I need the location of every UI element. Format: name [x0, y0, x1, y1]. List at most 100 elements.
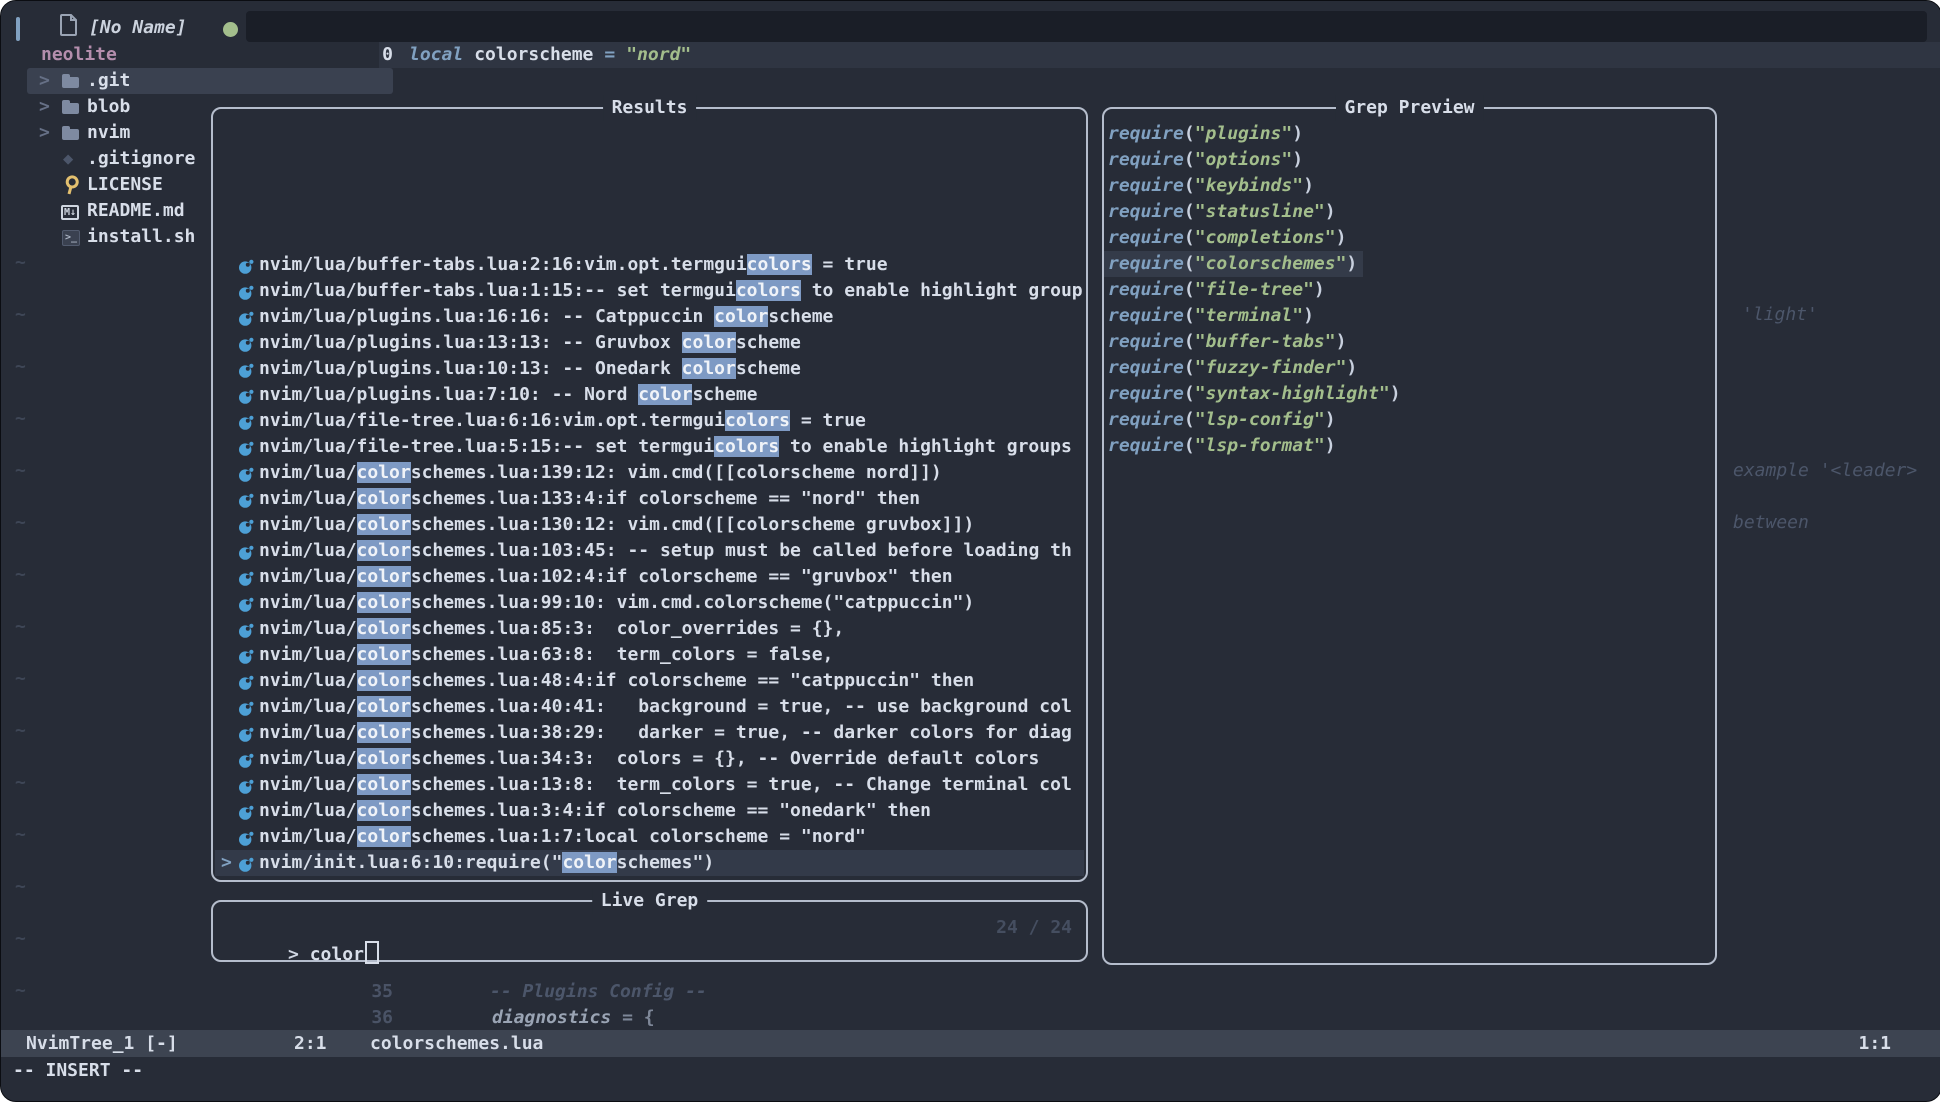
- lua-file-icon: [238, 595, 254, 616]
- result-text-after: scheme: [736, 332, 801, 353]
- result-text-before: nvim/lua/: [259, 748, 357, 769]
- result-text-after: = true: [790, 410, 866, 431]
- keyword-local: local: [409, 44, 463, 65]
- equals-operator: =: [604, 44, 615, 65]
- match-highlight: color: [357, 618, 411, 639]
- result-row[interactable]: nvim/lua/colorschemes.lua:133:4:if color…: [215, 486, 1084, 512]
- result-row[interactable]: nvim/lua/colorschemes.lua:38:29: darker …: [215, 720, 1084, 746]
- preview-code: require("plugins") require("options") re…: [1104, 121, 1713, 459]
- result-text-after: scheme: [768, 306, 833, 327]
- result-text-after: scheme: [736, 358, 801, 379]
- result-row[interactable]: nvim/lua/plugins.lua:16:16: -- Catppucci…: [215, 304, 1084, 330]
- preview-code-line: require("syntax-highlight"): [1104, 381, 1407, 407]
- result-text-before: nvim/lua/file-tree.lua:5:15:-- set termg…: [259, 436, 714, 457]
- result-row[interactable]: nvim/lua/colorschemes.lua:48:4:if colors…: [215, 668, 1084, 694]
- result-row[interactable]: nvim/lua/colorschemes.lua:102:4:if color…: [215, 564, 1084, 590]
- result-text-before: nvim/lua/: [259, 670, 357, 691]
- editor-code-line: localcolorscheme="nord": [409, 42, 691, 68]
- tilde-marker: ~: [15, 718, 26, 770]
- match-highlight: color: [638, 384, 692, 405]
- lua-file-icon: [238, 699, 254, 720]
- match-highlight: color: [357, 748, 411, 769]
- tree-item-label: nvim: [87, 122, 130, 143]
- result-row[interactable]: nvim/lua/colorschemes.lua:3:4:if colorsc…: [215, 798, 1084, 824]
- result-text-after: schemes.lua:3:4:if colorscheme == "oneda…: [411, 800, 931, 821]
- file-icon: [59, 14, 78, 41]
- result-text-after: schemes.lua:38:29: darker = true, -- dar…: [411, 722, 1072, 743]
- result-text-before: nvim/lua/: [259, 462, 357, 483]
- result-text-before: nvim/lua/: [259, 592, 357, 613]
- result-row[interactable]: nvim/lua/file-tree.lua:6:16:vim.opt.term…: [215, 408, 1084, 434]
- selection-caret: >: [221, 850, 232, 876]
- result-row[interactable]: nvim/lua/colorschemes.lua:103:45: -- set…: [215, 538, 1084, 564]
- chevron-right-icon: >: [39, 68, 61, 94]
- result-row[interactable]: nvim/lua/colorschemes.lua:130:12: vim.cm…: [215, 512, 1084, 538]
- preview-code-line: require("plugins"): [1104, 121, 1309, 147]
- preview-code-line: require("file-tree"): [1104, 277, 1331, 303]
- result-row[interactable]: nvim/lua/colorschemes.lua:34:3: colors =…: [215, 746, 1084, 772]
- result-text-after: schemes.lua:48:4:if colorscheme == "catp…: [411, 670, 975, 691]
- tab-buffer-name[interactable]: [No Name]: [89, 15, 187, 41]
- statusline: NvimTree_1 [-] 2:1 colorschemes.lua 1:1: [1, 1030, 1940, 1057]
- tree-root-folder[interactable]: neolite: [1, 42, 393, 68]
- lua-file-icon: [238, 621, 254, 642]
- tilde-marker: ~: [15, 614, 26, 666]
- lua-file-icon: [238, 855, 254, 876]
- result-row[interactable]: nvim/lua/file-tree.lua:5:15:-- set termg…: [215, 434, 1084, 460]
- statusline-ruler: 1:1: [1858, 1030, 1891, 1057]
- result-row[interactable]: nvim/lua/buffer-tabs.lua:2:16:vim.opt.te…: [215, 252, 1084, 278]
- lua-file-icon: [238, 413, 254, 434]
- require-module-string: "fuzzy-finder": [1195, 357, 1347, 378]
- match-highlight: color: [357, 826, 411, 847]
- result-text-after: schemes.lua:85:3: color_overrides = {},: [411, 618, 844, 639]
- result-text-before: nvim/lua/: [259, 826, 357, 847]
- result-text-after: = true: [812, 254, 888, 275]
- result-row[interactable]: nvim/lua/colorschemes.lua:63:8: term_col…: [215, 642, 1084, 668]
- match-highlight: color: [357, 540, 411, 561]
- folder-icon: [61, 68, 87, 94]
- tilde-marker: ~: [15, 978, 26, 1030]
- result-row[interactable]: nvim/lua/colorschemes.lua:40:41: backgro…: [215, 694, 1084, 720]
- tabline: [No Name]: [1, 1, 1940, 42]
- result-row[interactable]: nvim/lua/buffer-tabs.lua:1:15:-- set ter…: [215, 278, 1084, 304]
- lua-file-icon: [238, 361, 254, 382]
- result-row[interactable]: nvim/lua/colorschemes.lua:13:8: term_col…: [215, 772, 1084, 798]
- grep-preview-panel: Grep Preview require("plugins") require(…: [1102, 107, 1717, 965]
- modified-dot-icon: [223, 22, 238, 37]
- lua-file-icon: [238, 673, 254, 694]
- preview-code-line: require("completions"): [1104, 225, 1352, 251]
- result-text-after: schemes.lua:102:4:if colorscheme == "gru…: [411, 566, 953, 587]
- result-row[interactable]: nvim/lua/plugins.lua:13:13: -- Gruvbox c…: [215, 330, 1084, 356]
- grep-preview-title: Grep Preview: [1335, 95, 1483, 121]
- result-text-after: schemes.lua:13:8: term_colors = true, --…: [411, 774, 1072, 795]
- result-text-before: nvim/lua/buffer-tabs.lua:2:16:vim.opt.te…: [259, 254, 747, 275]
- result-row[interactable]: >nvim/init.lua:6:10:require("colorscheme…: [215, 850, 1084, 876]
- empty-line-tildes: ~ ~ ~ ~ ~ ~ ~ ~ ~ ~ ~ ~ ~ ~ ~: [15, 250, 26, 1030]
- keyword-require: require: [1108, 227, 1184, 248]
- result-text-after: schemes.lua:1:7:local colorscheme = "nor…: [411, 826, 866, 847]
- live-grep-input[interactable]: > color 24 / 24: [223, 915, 1072, 1020]
- result-text-after: schemes.lua:103:45: -- setup must be cal…: [411, 540, 1072, 561]
- tree-item[interactable]: >.git: [27, 68, 393, 94]
- chevron-right-icon: >: [39, 94, 61, 120]
- match-highlight: color: [357, 774, 411, 795]
- result-text-after: schemes.lua:99:10: vim.cmd.colorscheme("…: [411, 592, 975, 613]
- result-row[interactable]: nvim/lua/plugins.lua:10:13: -- Onedark c…: [215, 356, 1084, 382]
- require-module-string: "completions": [1195, 227, 1336, 248]
- match-highlight: color: [357, 722, 411, 743]
- match-highlight: colors: [714, 436, 779, 457]
- result-row[interactable]: nvim/lua/colorschemes.lua:85:3: color_ov…: [215, 616, 1084, 642]
- result-row[interactable]: nvim/lua/colorschemes.lua:139:12: vim.cm…: [215, 460, 1084, 486]
- require-module-string: "terminal": [1195, 305, 1303, 326]
- clipped-text-between: between: [1733, 510, 1809, 536]
- result-text-before: nvim/lua/plugins.lua:10:13: -- Onedark: [259, 358, 682, 379]
- license-icon: [58, 169, 90, 201]
- tilde-marker: ~: [15, 562, 26, 614]
- result-row[interactable]: nvim/lua/plugins.lua:7:10: -- Nord color…: [215, 382, 1084, 408]
- folder-icon: [61, 94, 87, 120]
- result-counter: 24 / 24: [996, 915, 1072, 941]
- keyword-require: require: [1108, 149, 1184, 170]
- result-row[interactable]: nvim/lua/colorschemes.lua:99:10: vim.cmd…: [215, 590, 1084, 616]
- preview-code-line: require("keybinds"): [1104, 173, 1320, 199]
- result-row[interactable]: nvim/lua/colorschemes.lua:1:7:local colo…: [215, 824, 1084, 850]
